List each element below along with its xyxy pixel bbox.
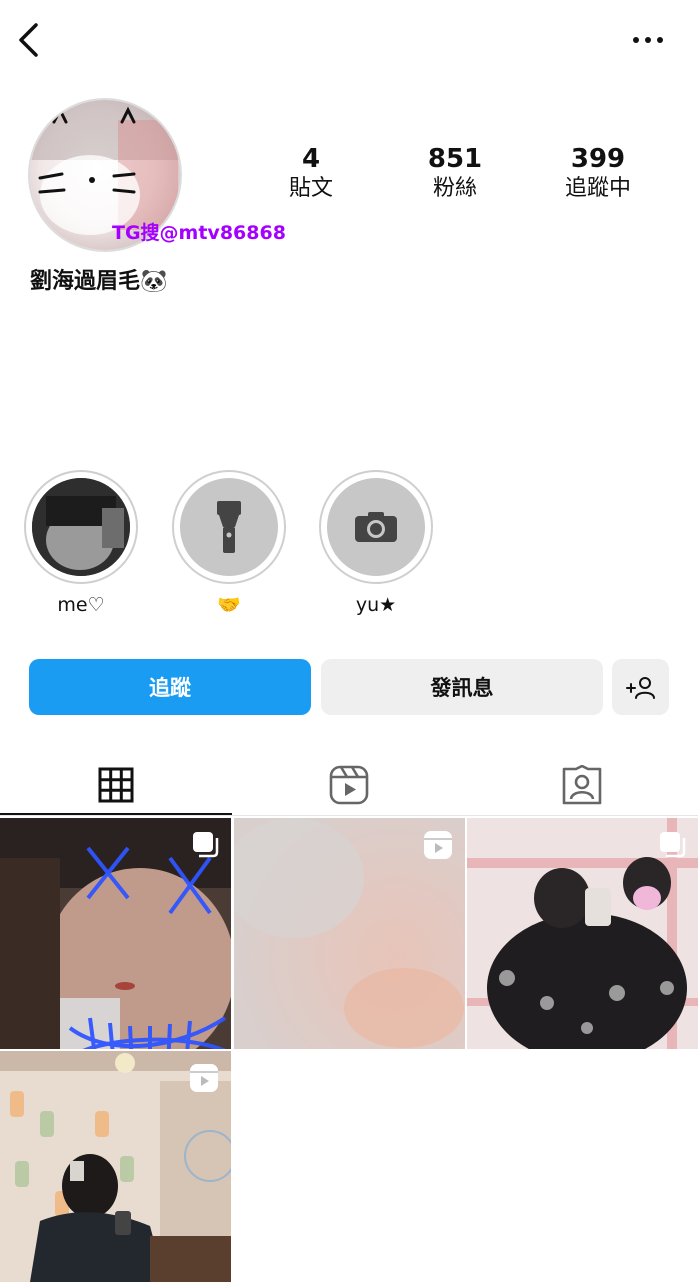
message-button[interactable]: 發訊息 bbox=[321, 659, 603, 715]
highlight-photo bbox=[32, 478, 130, 576]
tab-tagged[interactable] bbox=[466, 754, 698, 816]
post-thumbnail[interactable] bbox=[0, 1051, 231, 1282]
reels-icon bbox=[329, 765, 369, 805]
highlight-ring bbox=[24, 470, 138, 584]
active-tab-indicator bbox=[0, 813, 232, 815]
chevron-left-icon bbox=[19, 23, 38, 57]
highlight-item[interactable]: me♡ bbox=[24, 470, 138, 616]
highlight-cover bbox=[327, 478, 425, 576]
grid-icon bbox=[98, 767, 134, 803]
post-thumbnail[interactable] bbox=[467, 818, 698, 1049]
following-count-label: 追蹤中 bbox=[564, 176, 631, 201]
back-button[interactable] bbox=[14, 22, 44, 58]
highlight-label: yu★ bbox=[355, 594, 397, 616]
highlight-label: me♡ bbox=[57, 594, 105, 616]
highlight-item[interactable]: yu★ bbox=[319, 470, 433, 616]
posts-count-label: 貼文 bbox=[288, 176, 333, 201]
more-options-button[interactable] bbox=[630, 30, 666, 50]
multi-image-icon bbox=[660, 832, 686, 858]
reels-icon bbox=[190, 1064, 218, 1092]
following-count[interactable]: 399 追蹤中 bbox=[543, 144, 653, 204]
reels-icon bbox=[424, 831, 452, 859]
profile-bio: 劉海過眉毛🐼 bbox=[30, 269, 168, 294]
follow-button[interactable]: 追蹤 bbox=[29, 659, 311, 715]
tab-reels[interactable] bbox=[233, 754, 465, 816]
followers-count-value: 851 bbox=[427, 144, 483, 174]
highlight-cover bbox=[180, 478, 278, 576]
tagged-icon bbox=[562, 765, 602, 805]
watermark-text: TG搜@mtv86868 bbox=[112, 222, 286, 244]
post-thumbnail[interactable] bbox=[234, 818, 465, 1049]
followers-count-label: 粉絲 bbox=[432, 176, 477, 201]
highlight-ring bbox=[172, 470, 286, 584]
posts-count[interactable]: 4 貼文 bbox=[256, 144, 366, 204]
camera-icon bbox=[355, 512, 397, 542]
highlight-label: 🤝 bbox=[217, 594, 241, 616]
multi-image-icon bbox=[193, 832, 219, 858]
followers-count[interactable]: 851 粉絲 bbox=[400, 144, 510, 204]
posts-count-value: 4 bbox=[301, 144, 321, 174]
tab-posts-grid[interactable] bbox=[0, 754, 232, 816]
highlight-ring bbox=[319, 470, 433, 584]
more-horizontal-icon bbox=[633, 37, 663, 43]
flashlight-icon bbox=[217, 501, 241, 553]
post-thumbnail[interactable] bbox=[0, 818, 231, 1049]
suggest-users-button[interactable] bbox=[612, 659, 669, 715]
tabs-divider bbox=[0, 815, 698, 816]
highlight-item[interactable]: 🤝 bbox=[172, 470, 286, 616]
following-count-value: 399 bbox=[570, 144, 626, 174]
add-user-icon bbox=[625, 677, 655, 699]
